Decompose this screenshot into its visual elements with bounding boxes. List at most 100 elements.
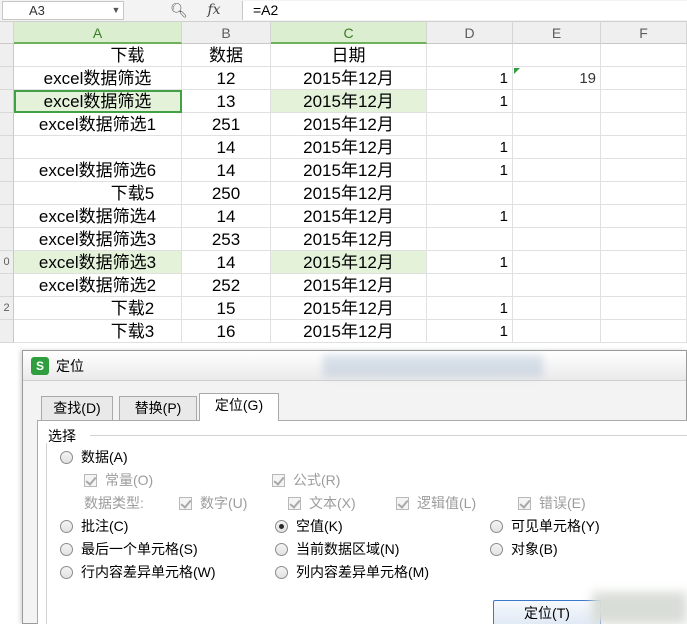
table-cell-d[interactable]: 1 <box>427 159 513 182</box>
table-cell-d[interactable]: 1 <box>427 67 513 90</box>
table-cell-b[interactable]: 14 <box>182 136 271 159</box>
cell[interactable] <box>601 44 687 67</box>
table-cell-e[interactable] <box>513 205 601 228</box>
column-header-d[interactable]: D <box>427 22 513 44</box>
blank-radio[interactable]: 空值(K) <box>275 517 343 535</box>
table-cell-c[interactable]: 2015年12月 <box>271 90 427 113</box>
table-cell-b[interactable]: 14 <box>182 205 271 228</box>
table-cell-e[interactable] <box>513 228 601 251</box>
table-cell-f[interactable] <box>601 67 687 90</box>
table-cell-c[interactable]: 2015年12月 <box>271 274 427 297</box>
table-cell-f[interactable] <box>601 113 687 136</box>
table-cell-d[interactable]: 1 <box>427 251 513 274</box>
row-header[interactable] <box>0 67 14 90</box>
table-cell-f[interactable] <box>601 205 687 228</box>
locate-button[interactable]: 定位(T) <box>493 600 601 624</box>
table-cell-d[interactable] <box>427 182 513 205</box>
tab-go-to[interactable]: 定位(G) <box>199 393 279 421</box>
table-cell-b[interactable]: 14 <box>182 251 271 274</box>
table-cell-e[interactable]: 19 <box>513 67 601 90</box>
row-header[interactable] <box>0 274 14 297</box>
table-cell-e[interactable] <box>513 320 601 343</box>
table-cell-b[interactable]: 14 <box>182 159 271 182</box>
row-header[interactable] <box>0 182 14 205</box>
table-cell-c[interactable]: 2015年12月 <box>271 228 427 251</box>
table-cell-e[interactable] <box>513 90 601 113</box>
table-cell-a[interactable] <box>14 136 182 159</box>
table-cell-a[interactable]: excel数据筛选6 <box>14 159 182 182</box>
column-header-a[interactable]: A <box>14 22 182 44</box>
table-cell-f[interactable] <box>601 159 687 182</box>
row-header[interactable] <box>0 113 14 136</box>
table-cell-e[interactable] <box>513 274 601 297</box>
table-cell-a[interactable]: excel数据筛选3 <box>14 251 182 274</box>
table-cell-f[interactable] <box>601 274 687 297</box>
name-box[interactable]: A3 <box>2 1 124 20</box>
table-cell-a[interactable]: excel数据筛选2 <box>14 274 182 297</box>
last-cell-radio[interactable]: 最后一个单元格(S) <box>60 540 198 558</box>
objects-radio[interactable]: 对象(B) <box>490 540 558 558</box>
table-cell-c[interactable]: 2015年12月 <box>271 113 427 136</box>
table-cell-a[interactable]: excel数据筛选4 <box>14 205 182 228</box>
table-cell-e[interactable] <box>513 136 601 159</box>
table-cell-c[interactable]: 2015年12月 <box>271 159 427 182</box>
table-cell-b[interactable]: 250 <box>182 182 271 205</box>
column-header-c[interactable]: C <box>271 22 427 44</box>
visible-cells-radio[interactable]: 可见单元格(Y) <box>490 517 600 535</box>
row-header[interactable]: 2 <box>0 297 14 320</box>
table-cell-d[interactable]: 1 <box>427 205 513 228</box>
col-diff-radio[interactable]: 列内容差异单元格(M) <box>275 563 429 581</box>
cell[interactable] <box>427 44 513 67</box>
dialog-titlebar[interactable]: S 定位 <box>23 351 686 381</box>
header-cell-c[interactable]: 日期 <box>271 44 427 67</box>
row-header[interactable] <box>0 320 14 343</box>
tab-replace[interactable]: 替换(P) <box>119 396 197 420</box>
column-header-b[interactable]: B <box>182 22 271 44</box>
logical-checkbox[interactable]: 逻辑值(L) <box>396 494 476 512</box>
table-cell-e[interactable] <box>513 297 601 320</box>
table-cell-b[interactable]: 15 <box>182 297 271 320</box>
header-cell-a[interactable]: 下载 <box>14 44 182 67</box>
table-cell-e[interactable] <box>513 113 601 136</box>
cell[interactable] <box>513 44 601 67</box>
row-header[interactable] <box>0 136 14 159</box>
row-header[interactable] <box>0 228 14 251</box>
data-radio[interactable]: 数据(A) <box>60 448 128 466</box>
fx-icon[interactable]: fx <box>202 0 226 20</box>
table-cell-c[interactable]: 2015年12月 <box>271 320 427 343</box>
table-cell-f[interactable] <box>601 297 687 320</box>
row-header[interactable]: 0 <box>0 251 14 274</box>
tab-find[interactable]: 查找(D) <box>41 396 113 420</box>
error-checkbox[interactable]: 错误(E) <box>518 494 586 512</box>
table-cell-f[interactable] <box>601 136 687 159</box>
row-header[interactable] <box>0 44 14 67</box>
table-cell-e[interactable] <box>513 159 601 182</box>
table-cell-d[interactable]: 1 <box>427 320 513 343</box>
table-cell-f[interactable] <box>601 251 687 274</box>
formula-checkbox[interactable]: 公式(R) <box>272 471 340 489</box>
table-cell-d[interactable] <box>427 113 513 136</box>
column-header-f[interactable]: F <box>601 22 687 44</box>
table-cell-b[interactable]: 13 <box>182 90 271 113</box>
table-cell-a[interactable]: excel数据筛选1 <box>14 113 182 136</box>
number-checkbox[interactable]: 数字(U) <box>179 494 247 512</box>
table-cell-a[interactable]: 下载5 <box>14 182 182 205</box>
current-region-radio[interactable]: 当前数据区域(N) <box>275 540 399 558</box>
table-cell-d[interactable] <box>427 228 513 251</box>
column-header-e[interactable]: E <box>513 22 601 44</box>
table-cell-d[interactable]: 1 <box>427 90 513 113</box>
row-header[interactable] <box>0 159 14 182</box>
table-cell-f[interactable] <box>601 182 687 205</box>
table-cell-c[interactable]: 2015年12月 <box>271 67 427 90</box>
row-header[interactable] <box>0 205 14 228</box>
select-all-corner[interactable] <box>0 22 14 44</box>
zoom-icon[interactable]: 🔍︎ <box>170 0 188 20</box>
table-cell-e[interactable] <box>513 251 601 274</box>
table-cell-a[interactable]: 下载3 <box>14 320 182 343</box>
table-cell-c[interactable]: 2015年12月 <box>271 251 427 274</box>
table-cell-c[interactable]: 2015年12月 <box>271 136 427 159</box>
table-cell-c[interactable]: 2015年12月 <box>271 297 427 320</box>
table-cell-f[interactable] <box>601 320 687 343</box>
comment-radio[interactable]: 批注(C) <box>60 517 128 535</box>
table-cell-c[interactable]: 2015年12月 <box>271 205 427 228</box>
